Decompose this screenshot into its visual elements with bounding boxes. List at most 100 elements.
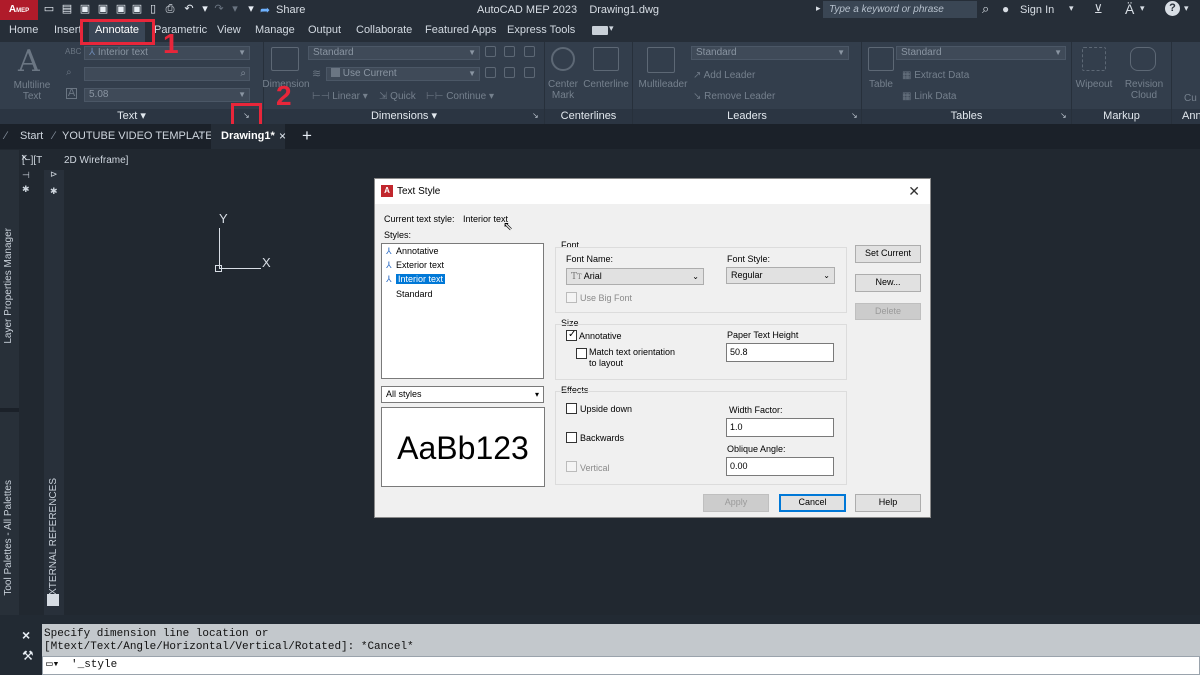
tab-view[interactable]: View <box>217 24 241 36</box>
sign-in-button[interactable]: Sign In <box>1020 4 1054 16</box>
center-mark-button[interactable]: Center Mark <box>543 79 583 101</box>
centerline-icon[interactable] <box>593 47 619 71</box>
annotation-scaling-panel-title[interactable]: Ann <box>1172 109 1200 124</box>
annotative-checkbox[interactable] <box>566 329 577 341</box>
tab-drawing1[interactable]: Drawing1* <box>211 124 285 149</box>
help-dropdown-icon[interactable]: ▾ <box>1184 3 1189 14</box>
style-item-interior-text[interactable]: ⅄ Interior text <box>386 273 446 286</box>
text-height-combo[interactable]: 5.08 ▼ <box>84 88 250 102</box>
close-tab-icon[interactable]: × <box>279 129 286 143</box>
multiline-text-icon[interactable]: A <box>18 44 40 79</box>
font-style-select[interactable]: Regular ⌄ <box>726 267 835 284</box>
undo-dropdown-icon[interactable]: ▾ <box>198 3 212 16</box>
dim-tool-icon-4[interactable] <box>485 67 496 78</box>
width-factor-input[interactable]: 1.0 <box>726 418 834 437</box>
help-button[interactable]: Help <box>855 494 921 512</box>
xref-settings-icon[interactable]: ✱ <box>50 186 58 197</box>
apply-button[interactable]: Apply <box>703 494 769 512</box>
web-open-icon[interactable]: ▣ <box>114 3 128 16</box>
oblique-angle-input[interactable]: 0.00 <box>726 457 834 476</box>
cancel-button[interactable]: Cancel <box>779 494 846 512</box>
autodesk-account-icon[interactable]: Ä <box>1125 1 1134 17</box>
redo-dropdown-icon[interactable]: ▾ <box>228 3 242 16</box>
visual-style-control[interactable]: 2D Wireframe] <box>64 155 128 166</box>
tab-collaborate[interactable]: Collaborate <box>356 24 412 36</box>
add-leader-button[interactable]: ↗ Add Leader <box>693 70 755 81</box>
dim-tool-icon-1[interactable] <box>485 46 496 57</box>
styles-filter-select[interactable]: All styles ▾ <box>381 386 544 403</box>
wipeout-button[interactable]: Wipeout <box>1074 79 1114 90</box>
new-style-button[interactable]: New... <box>855 274 921 292</box>
xref-pin-icon[interactable]: ⊳ <box>50 169 58 180</box>
text-panel-title[interactable]: Text ▾ <box>0 109 263 124</box>
paper-height-input[interactable]: 50.8 <box>726 343 834 362</box>
dialog-close-button[interactable]: ✕ <box>908 179 920 204</box>
search-expand-icon[interactable]: ▸ <box>816 3 821 14</box>
undo-icon[interactable]: ↶ <box>182 3 196 16</box>
markup-panel-title[interactable]: Markup <box>1072 109 1171 124</box>
tab-manage[interactable]: Manage <box>255 24 295 36</box>
table-icon[interactable] <box>868 47 894 71</box>
user-icon[interactable]: ● <box>1002 2 1009 16</box>
web-save-icon[interactable]: ▣ <box>130 3 144 16</box>
share-icon[interactable]: ➦ <box>260 3 270 17</box>
dim-tool-icon-6[interactable] <box>524 67 535 78</box>
font-name-select[interactable]: TT Arial ⌄ <box>566 268 704 285</box>
dim-layer-combo[interactable]: Use Current ▼ <box>326 67 480 81</box>
viewport-settings-icon[interactable]: ✱ <box>22 184 30 195</box>
viewport-controls[interactable]: [−][T <box>22 155 42 166</box>
save-icon[interactable]: ▣ <box>78 3 92 16</box>
leaders-panel-title[interactable]: Leaders <box>633 109 861 124</box>
share-button[interactable]: Share <box>276 4 305 16</box>
mleader-style-combo[interactable]: Standard ▼ <box>691 46 849 60</box>
find-text-icon[interactable]: ⌕ <box>66 67 72 78</box>
match-orientation-checkbox[interactable] <box>576 348 587 359</box>
dimension-style-launcher-icon[interactable]: ↘ <box>532 111 539 120</box>
viewport-pin-icon[interactable]: ⊣ <box>22 170 30 181</box>
tab-express-tools[interactable]: Express Tools <box>507 24 575 36</box>
multileader-icon[interactable] <box>647 47 675 73</box>
vertical-checkbox[interactable] <box>566 461 577 472</box>
multiline-text-button[interactable]: Multiline Text <box>6 80 58 102</box>
backwards-checkbox[interactable] <box>566 432 577 443</box>
command-customize-icon[interactable]: ⚒ <box>22 648 34 664</box>
command-close-icon[interactable]: × <box>22 627 30 643</box>
centerlines-panel-title[interactable]: Centerlines <box>545 109 632 124</box>
account-dropdown-icon[interactable]: ▾ <box>1140 3 1145 14</box>
table-style-combo[interactable]: Standard ▼ <box>896 46 1066 60</box>
multileader-button[interactable]: Multileader <box>635 79 691 90</box>
save-to-mobile-icon[interactable]: ▯ <box>146 3 160 16</box>
external-references-tab[interactable]: EXTERNAL REFERENCES <box>48 478 59 602</box>
tab-insert[interactable]: Insert <box>54 24 82 36</box>
tab-parametric[interactable]: Parametric <box>154 24 207 36</box>
linear-button[interactable]: ⊢⊣ Linear ▾ <box>312 91 368 102</box>
set-current-button[interactable]: Set Current <box>855 245 921 263</box>
remove-leader-button[interactable]: ↘ Remove Leader <box>693 91 775 102</box>
centerline-button[interactable]: Centerline <box>581 79 631 90</box>
dimensions-panel-title[interactable]: Dimensions ▾ <box>264 109 544 124</box>
multileader-style-launcher-icon[interactable]: ↘ <box>851 111 858 120</box>
save-as-icon[interactable]: ▣ <box>96 3 110 16</box>
table-style-launcher-icon[interactable]: ↘ <box>1060 111 1067 120</box>
palette-toggle-icon[interactable] <box>47 594 59 606</box>
redo-icon[interactable]: ↷ <box>212 3 226 16</box>
open-folder-icon[interactable]: ▤ <box>60 3 74 16</box>
dim-style-combo[interactable]: Standard ▼ <box>308 46 480 60</box>
tab-output[interactable]: Output <box>308 24 341 36</box>
style-item-exterior-text[interactable]: ⅄ Exterior text <box>386 259 444 272</box>
ribbon-toggle-icon[interactable] <box>592 26 608 35</box>
search-icon[interactable]: ⌕ <box>982 1 989 17</box>
search-input[interactable]: Type a keyword or phrase <box>823 1 977 18</box>
help-icon[interactable]: ? <box>1165 1 1180 16</box>
delete-style-button[interactable]: Delete <box>855 303 921 320</box>
tab-start[interactable]: Start <box>20 130 43 142</box>
plot-icon[interactable]: ⎙ <box>163 3 177 16</box>
find-text-input[interactable]: ⌕ <box>84 67 250 81</box>
customize-quick-access-icon[interactable]: ▾ <box>244 3 258 16</box>
dimension-icon[interactable] <box>271 47 299 71</box>
revision-cloud-icon[interactable] <box>1130 47 1156 71</box>
command-prompt-icon[interactable]: ▭▾ <box>46 657 59 674</box>
style-item-standard[interactable]: Standard <box>386 288 433 301</box>
dialog-title-bar[interactable]: A Text Style ✕ <box>375 179 930 204</box>
extract-data-button[interactable]: ▦ Extract Data <box>902 70 969 81</box>
